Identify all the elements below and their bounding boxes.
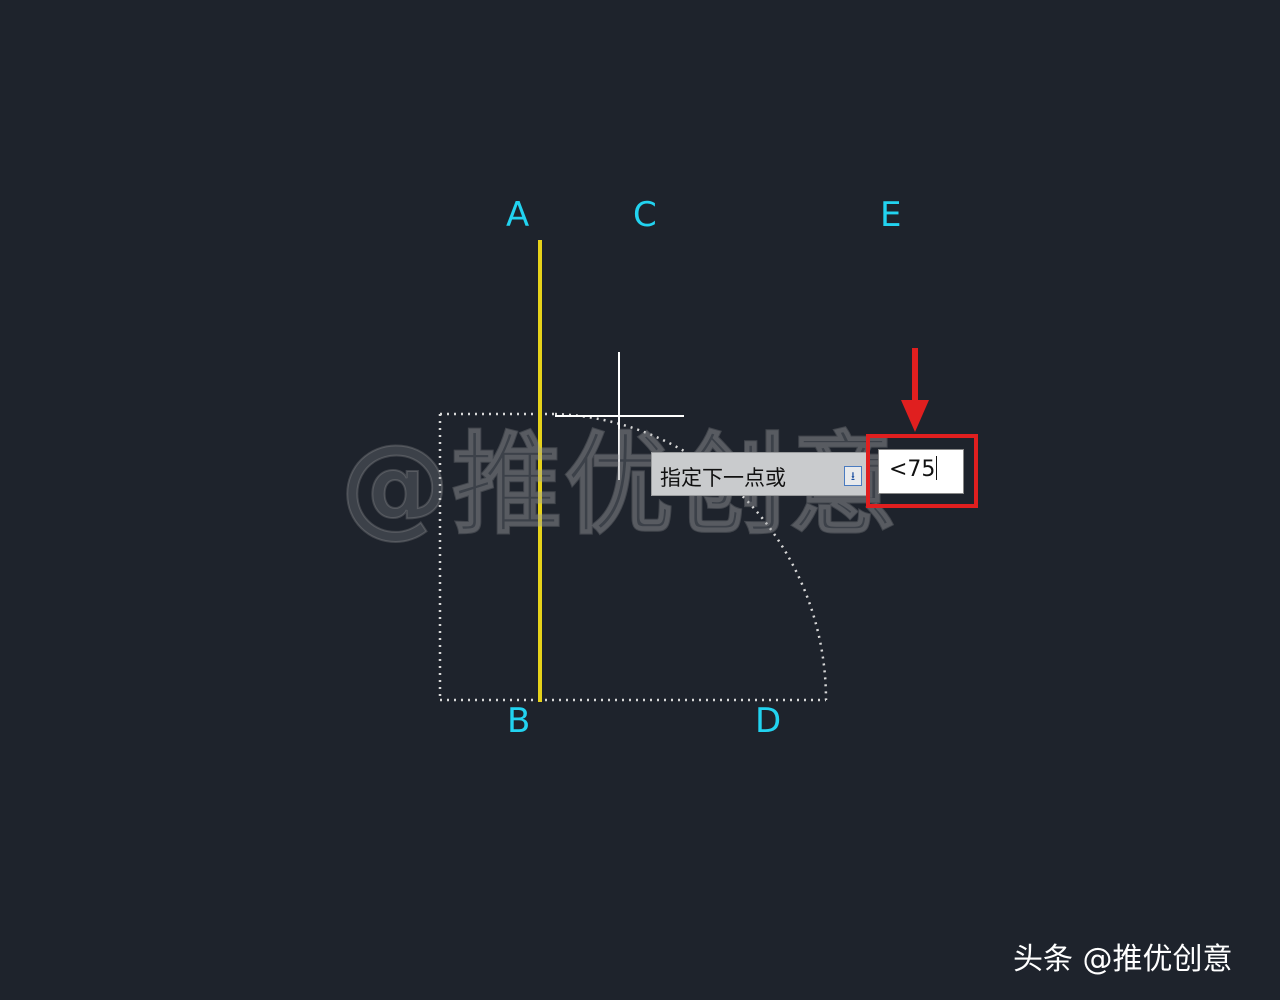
red-arrow-head [901,400,929,432]
red-highlight-box [866,434,978,508]
command-prompt-tooltip: 指定下一点或 ⭳ [651,452,869,496]
point-label-b: B [507,701,531,741]
point-label-e: E [880,195,902,235]
point-label-a: A [506,195,530,235]
point-label-c: C [633,195,657,235]
prompt-text: 指定下一点或 [660,466,786,490]
cad-drawing-area[interactable]: A C E B D @推优创意 指定下一点或 ⭳ <75 头条 @推优创意 [0,0,1280,1000]
point-label-d: D [755,701,782,741]
footer-credit: 头条 @推优创意 [1013,942,1233,977]
down-arrow-icon[interactable]: ⭳ [844,466,862,486]
